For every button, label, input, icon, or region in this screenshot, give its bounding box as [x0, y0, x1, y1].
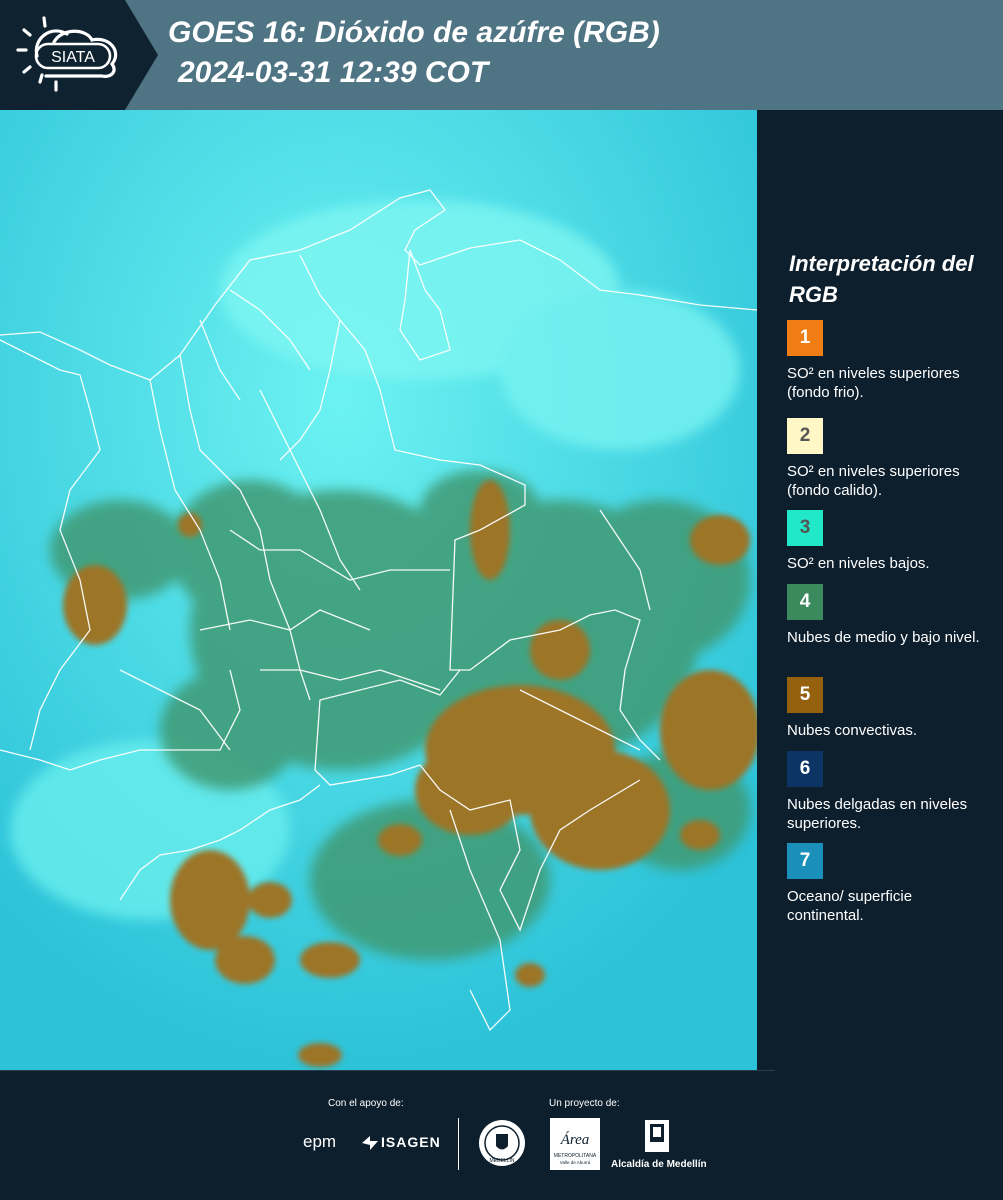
legend-swatch: 6 — [787, 751, 823, 787]
legend-swatch: 1 — [787, 320, 823, 356]
legend-item-3: 3 SO² en niveles bajos. — [787, 510, 992, 573]
satellite-image — [0, 110, 757, 1070]
legend-label: Nubes delgadas en niveles superiores. — [787, 796, 968, 832]
legend-swatch: 5 — [787, 677, 823, 713]
cloud-convective — [690, 515, 750, 565]
siata-logo: SIATA — [16, 16, 118, 92]
isagen-icon — [362, 1136, 378, 1150]
support-caption: Con el apoyo de: — [328, 1098, 404, 1109]
footer: Con el apoyo de: Un proyecto de: epm ISA… — [0, 1070, 1003, 1200]
legend-label: Nubes de medio y bajo nivel. — [787, 629, 980, 646]
legend-title: Interpretación del RGB — [789, 251, 974, 307]
legend-item-1: 1 SO² en niveles superiores (fondo frio)… — [787, 320, 992, 402]
area-logo-text: Área — [560, 1131, 590, 1148]
cloud-convective — [515, 963, 545, 987]
footer-divider-line — [0, 1070, 775, 1071]
sun-ray-icon — [38, 73, 44, 84]
alcaldia-text: Alcaldía de Medellín — [611, 1159, 707, 1170]
alcaldia-shield-icon — [645, 1120, 669, 1152]
legend-item-5: 5 Nubes convectivas. — [787, 677, 992, 740]
legend-label: Nubes convectivas. — [787, 722, 918, 739]
legend-swatch: 3 — [787, 510, 823, 546]
cloud-convective — [178, 513, 202, 537]
logo-divider — [458, 1118, 459, 1170]
cloud-convective — [63, 565, 127, 645]
area-logo-subtext: METROPOLITANA — [554, 1153, 597, 1159]
timestamp: 2024-03-31 12:39 COT — [178, 56, 489, 89]
project-caption: Un proyecto de: — [549, 1098, 620, 1109]
cloud-convective — [215, 936, 275, 984]
area-logo-subtext2: Valle de Aburrá — [560, 1160, 591, 1165]
legend-number: 1 — [799, 327, 811, 348]
isagen-logo: ISAGEN — [381, 1134, 441, 1150]
legend-number: 3 — [799, 517, 811, 538]
sun-ray-icon — [22, 65, 32, 74]
legend-item-6: 6 Nubes delgadas en niveles superiores. — [787, 751, 992, 833]
legend-label: SO² en niveles superiores (fondo frio). — [787, 365, 960, 401]
legend-label: Oceano/ superficie continental. — [787, 888, 913, 924]
cloud-convective — [530, 620, 590, 680]
epm-logo: epm — [303, 1132, 336, 1152]
cloud-convective — [530, 750, 670, 870]
cloud-convective — [378, 824, 422, 856]
logo-text: SIATA — [51, 49, 95, 66]
legend-panel: Interpretación del RGB 1 SO² en niveles … — [757, 110, 1003, 1070]
sun-ray-icon — [22, 28, 32, 37]
header: SIATA GOES 16: Dióxido de azúfre (RGB) 2… — [0, 0, 1003, 110]
cloud-convective — [298, 1043, 342, 1067]
legend-label: SO² en niveles bajos. — [787, 555, 930, 572]
cloud-convective — [660, 670, 757, 790]
legend-item-4: 4 Nubes de medio y bajo nivel. — [787, 584, 992, 647]
legend-item-7: 7 Oceano/ superficie continental. — [787, 843, 992, 925]
legend-swatch: 4 — [787, 584, 823, 620]
cloud-convective — [415, 745, 525, 835]
epm-logo-text: epm — [303, 1132, 337, 1151]
legend-swatch: 7 — [787, 843, 823, 879]
legend-number: 4 — [799, 591, 811, 612]
legend-number: 5 — [799, 684, 811, 705]
area-metropolitana-logo: Área METROPOLITANA Valle de Aburrá — [550, 1118, 600, 1170]
cloud-convective — [680, 820, 720, 850]
cloud-convective — [470, 480, 510, 580]
seal-text: MEDELLÍN — [489, 1157, 514, 1164]
legend-number: 6 — [799, 758, 811, 779]
sun-ray-icon — [42, 16, 47, 28]
cloud-convective — [248, 882, 292, 918]
legend-swatch: 2 — [787, 418, 823, 454]
legend-label: SO² en niveles superiores (fondo calido)… — [787, 463, 960, 499]
cloud-mid-low — [170, 480, 330, 620]
bright-region — [500, 290, 740, 450]
legend-number: 7 — [799, 850, 811, 871]
satellite-map — [0, 110, 757, 1070]
cloud-mid-low — [310, 800, 550, 960]
cloud-convective — [300, 942, 360, 978]
legend-number: 2 — [799, 425, 811, 446]
medellin-seal-icon: MEDELLÍN — [479, 1120, 525, 1166]
legend-item-2: 2 SO² en niveles superiores (fondo calid… — [787, 418, 992, 500]
page-title: GOES 16: Dióxido de azúfre (RGB) — [168, 16, 660, 49]
cloud-convective — [170, 850, 250, 950]
